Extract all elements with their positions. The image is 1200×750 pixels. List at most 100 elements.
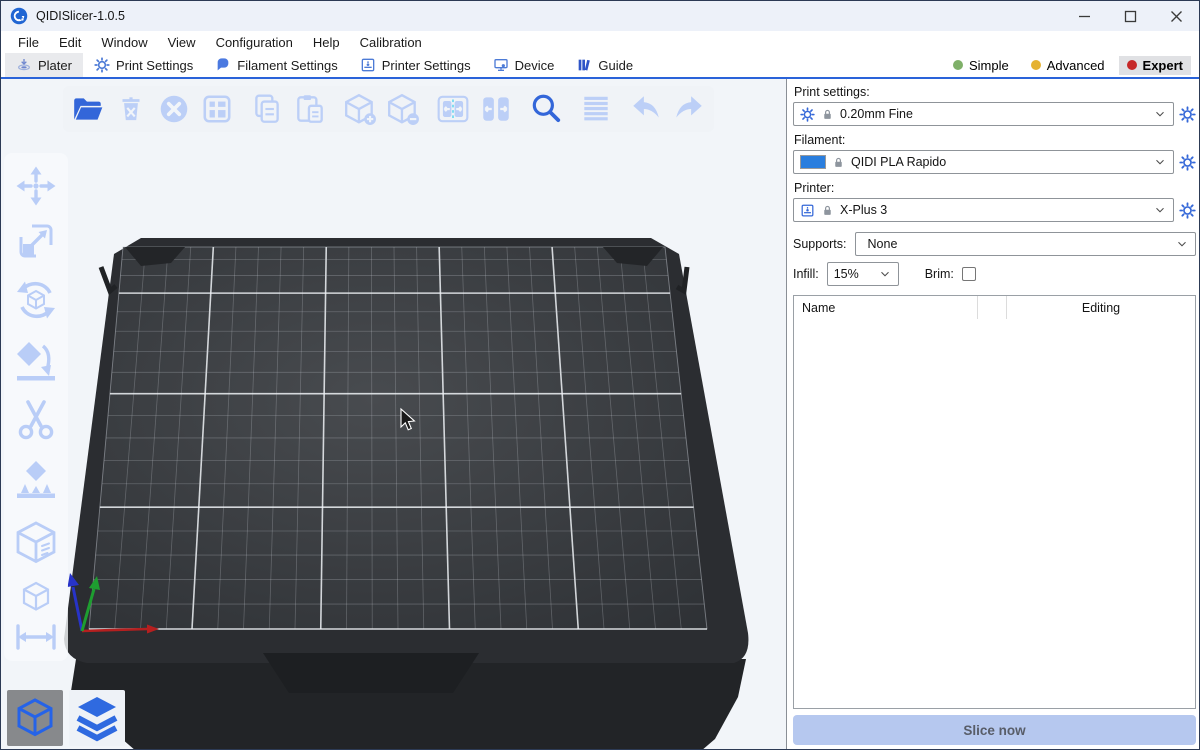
menu-calibration[interactable]: Calibration bbox=[350, 33, 432, 52]
column-extruder bbox=[977, 296, 1007, 319]
supports-value: None bbox=[862, 237, 1169, 251]
add-instance-icon[interactable] bbox=[343, 92, 377, 126]
copy-icon[interactable] bbox=[250, 92, 284, 126]
place-on-face-icon[interactable] bbox=[13, 336, 59, 386]
chevron-down-icon bbox=[1153, 155, 1167, 169]
object-list-header: Name Editing bbox=[794, 296, 1195, 319]
plater-icon bbox=[16, 57, 32, 73]
menu-view[interactable]: View bbox=[158, 33, 206, 52]
tab-plater[interactable]: Plater bbox=[5, 53, 83, 77]
lock-icon bbox=[821, 204, 834, 217]
menu-window[interactable]: Window bbox=[91, 33, 157, 52]
menu-file[interactable]: File bbox=[8, 33, 49, 52]
printer-value: X-Plus 3 bbox=[840, 203, 1147, 217]
chevron-down-icon bbox=[878, 267, 892, 281]
cut-icon[interactable] bbox=[13, 395, 59, 447]
preview-layers-icon bbox=[73, 694, 121, 742]
brim-checkbox[interactable] bbox=[962, 267, 976, 281]
redo-icon[interactable] bbox=[672, 92, 706, 126]
expert-dot-icon bbox=[1127, 60, 1137, 70]
brim-label: Brim: bbox=[925, 267, 954, 281]
device-icon bbox=[493, 57, 509, 73]
menu-help[interactable]: Help bbox=[303, 33, 350, 52]
printer-icon bbox=[800, 203, 815, 218]
filament-gear-button[interactable] bbox=[1179, 154, 1196, 171]
paint-supports-icon[interactable] bbox=[13, 456, 59, 508]
guide-icon bbox=[576, 57, 592, 73]
tab-filament-settings[interactable]: Filament Settings bbox=[204, 53, 348, 77]
menu-edit[interactable]: Edit bbox=[49, 33, 91, 52]
remove-instance-icon[interactable] bbox=[386, 92, 420, 126]
chevron-down-icon bbox=[1153, 203, 1167, 217]
tab-printer-settings[interactable]: Printer Settings bbox=[349, 53, 482, 77]
mode-label: Simple bbox=[969, 58, 1009, 73]
filament-combo[interactable]: QIDI PLA Rapido bbox=[793, 150, 1174, 174]
view-mode-toggles bbox=[7, 690, 125, 746]
tab-label: Printer Settings bbox=[382, 58, 471, 73]
advanced-dot-icon bbox=[1031, 60, 1041, 70]
print-settings-combo[interactable]: 0.20mm Fine bbox=[793, 102, 1174, 126]
split-parts-icon[interactable] bbox=[479, 92, 513, 126]
tab-device[interactable]: Device bbox=[482, 53, 566, 77]
supports-combo[interactable]: None bbox=[855, 232, 1196, 256]
menu-configuration[interactable]: Configuration bbox=[206, 33, 303, 52]
mode-advanced[interactable]: Advanced bbox=[1023, 56, 1113, 75]
tab-label: Filament Settings bbox=[237, 58, 337, 73]
print-bed bbox=[1, 79, 786, 749]
gear-icon bbox=[94, 57, 110, 73]
printer-combo[interactable]: X-Plus 3 bbox=[793, 198, 1174, 222]
fuzzy-skin-icon[interactable] bbox=[12, 517, 60, 571]
mode-simple[interactable]: Simple bbox=[945, 56, 1017, 75]
search-icon[interactable] bbox=[529, 92, 563, 126]
split-objects-icon[interactable] bbox=[436, 92, 470, 126]
bed-front-tab bbox=[263, 653, 479, 693]
gizmo-toolbar bbox=[4, 153, 68, 661]
chevron-down-icon bbox=[1153, 107, 1167, 121]
close-button[interactable] bbox=[1153, 1, 1199, 31]
undo-icon[interactable] bbox=[629, 92, 663, 126]
window-title: QIDISlicer-1.0.5 bbox=[36, 9, 125, 23]
preview-button[interactable] bbox=[69, 690, 125, 746]
tab-label: Print Settings bbox=[116, 58, 193, 73]
mode-expert[interactable]: Expert bbox=[1119, 56, 1191, 75]
print-settings-label: Print settings: bbox=[794, 85, 1196, 99]
title-bar: QIDISlicer-1.0.5 bbox=[1, 1, 1199, 31]
rotate-icon[interactable] bbox=[12, 273, 60, 327]
infill-value: 15% bbox=[834, 267, 872, 281]
chevron-down-icon bbox=[1175, 237, 1189, 251]
variable-layer-height-icon[interactable] bbox=[579, 92, 613, 126]
tab-guide[interactable]: Guide bbox=[565, 53, 644, 77]
arrange-icon[interactable] bbox=[200, 92, 234, 126]
plater-toolbar bbox=[63, 86, 714, 132]
mode-label: Expert bbox=[1143, 58, 1183, 73]
supports-label: Supports: bbox=[793, 237, 847, 251]
printer-gear-button[interactable] bbox=[1179, 202, 1196, 219]
delete-icon[interactable] bbox=[114, 92, 148, 126]
minimize-button[interactable] bbox=[1061, 1, 1107, 31]
paste-icon[interactable] bbox=[293, 92, 327, 126]
slice-now-button[interactable]: Slice now bbox=[793, 715, 1196, 745]
delete-all-icon[interactable] bbox=[157, 92, 191, 126]
filament-value: QIDI PLA Rapido bbox=[851, 155, 1147, 169]
print-settings-gear-button[interactable] bbox=[1179, 106, 1196, 123]
settings-sidebar: Print settings: 0.20mm Fine Filament: QI… bbox=[787, 79, 1199, 749]
object-list-body[interactable] bbox=[794, 319, 1195, 708]
lock-icon bbox=[832, 156, 845, 169]
scale-icon[interactable] bbox=[14, 218, 58, 264]
measure-icon[interactable] bbox=[13, 623, 59, 651]
tab-label: Device bbox=[515, 58, 555, 73]
app-logo-icon bbox=[10, 7, 28, 25]
column-name: Name bbox=[794, 301, 977, 315]
filament-icon bbox=[215, 57, 231, 73]
infill-combo[interactable]: 15% bbox=[827, 262, 899, 286]
tab-print-settings[interactable]: Print Settings bbox=[83, 53, 204, 77]
move-icon[interactable] bbox=[14, 163, 58, 209]
open-icon[interactable] bbox=[71, 92, 105, 126]
mmu-paint-icon[interactable] bbox=[19, 580, 53, 614]
filament-color-swatch bbox=[800, 155, 826, 169]
3d-editor-view-button[interactable] bbox=[7, 690, 63, 746]
mode-label: Advanced bbox=[1047, 58, 1105, 73]
filament-label: Filament: bbox=[794, 133, 1196, 147]
3d-viewport[interactable] bbox=[1, 79, 786, 749]
maximize-button[interactable] bbox=[1107, 1, 1153, 31]
